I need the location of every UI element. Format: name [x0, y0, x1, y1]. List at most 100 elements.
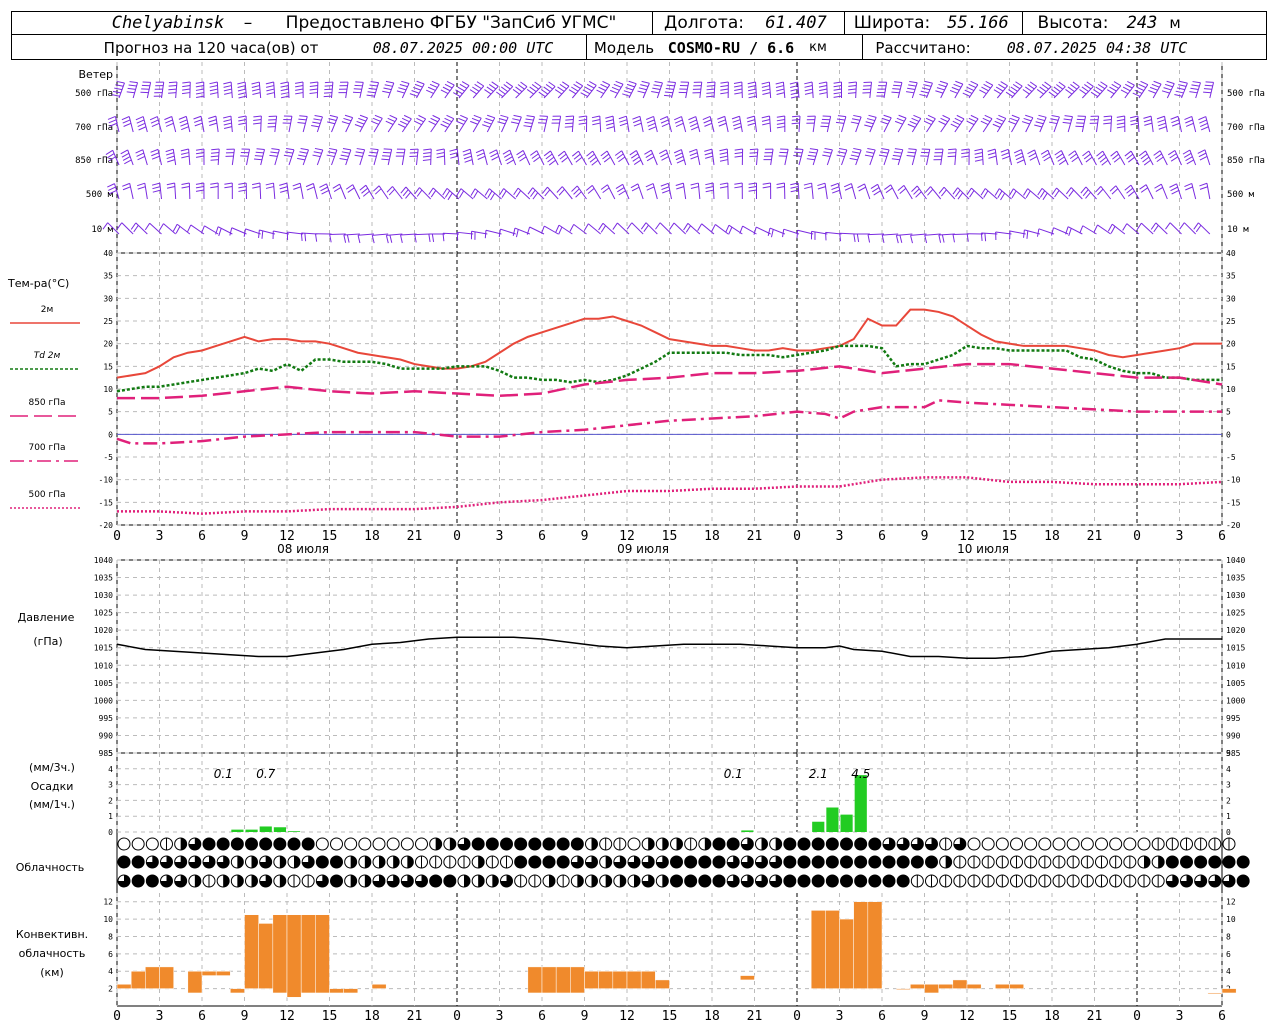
cloud-cover-symbol	[145, 855, 159, 869]
wind-barb-shaft	[443, 148, 446, 166]
cloud-symbol-fill	[713, 875, 725, 887]
wind-barb-feather	[761, 85, 770, 88]
cloud-cover-symbol	[174, 855, 188, 869]
wind-barb-feather	[510, 121, 519, 125]
wind-barb-feather	[473, 114, 482, 119]
cloud-cover-symbol	[1066, 837, 1080, 851]
wind-barb-feather	[121, 152, 130, 158]
wind-barb-feather	[444, 190, 451, 198]
cloud-cover-symbol	[1222, 874, 1236, 888]
wind-barb-feather	[383, 87, 392, 91]
conv-cloud-bar	[839, 918, 854, 989]
wind-barb-shaft	[543, 116, 549, 133]
wind-barb-feather	[180, 152, 189, 155]
wind-barb-feather	[1109, 86, 1117, 92]
wind-barb-feather	[122, 156, 131, 161]
wind-barb	[793, 148, 804, 166]
wind-barb-feather	[505, 156, 513, 162]
cloud-cover-symbol	[259, 855, 273, 869]
wind-barb-feather	[136, 119, 145, 124]
wind-barb-feather	[857, 183, 865, 189]
wind-barb-feather	[195, 152, 205, 155]
wind-barb-feather	[107, 115, 116, 120]
wind-barb-feather	[484, 230, 487, 239]
cloud-cover-symbol	[415, 874, 428, 888]
wind-barb-feather	[1185, 122, 1194, 127]
wind-barb	[947, 148, 957, 166]
wind-barb-feather	[1110, 150, 1118, 157]
conv-cloud-bar	[810, 910, 826, 989]
wind-barb-shaft	[769, 116, 772, 133]
conv-ytick-right: 10	[1226, 915, 1236, 924]
wind-barb	[516, 150, 531, 166]
wind-barb-feather	[881, 117, 890, 122]
wind-barb	[164, 116, 177, 133]
wind-barb-shaft	[288, 149, 295, 166]
wind-barb-feather	[1016, 159, 1025, 164]
wind-barb-feather	[116, 80, 125, 84]
wind-barb-feather	[980, 120, 989, 125]
temp-legend-label: Td 2м	[34, 351, 61, 361]
wind-barb-feather	[423, 148, 432, 151]
wind-barb	[987, 148, 998, 166]
cloud-cover-symbol	[1236, 874, 1250, 888]
wind-barb-feather	[1128, 156, 1135, 163]
wind-barb-shaft	[1206, 183, 1211, 200]
wind-barb-feather	[1009, 117, 1018, 122]
wind-barb-feather	[193, 115, 202, 120]
wind-barb-feather	[1140, 187, 1148, 193]
wind-barb-feather	[265, 186, 274, 189]
cloud-cover-symbol	[1052, 855, 1066, 869]
conv-title-line1: Конвективн.	[16, 928, 88, 941]
wind-barb	[1079, 81, 1094, 99]
wind-barb-feather	[1185, 186, 1193, 191]
wind-barb-feather	[116, 222, 123, 230]
cloud-symbol-fill	[591, 838, 598, 850]
wind-barb-feather	[314, 115, 323, 118]
wind-barb	[1154, 183, 1168, 200]
wind-barb	[498, 188, 516, 200]
wind-barb-feather	[440, 89, 449, 95]
wind-barb-feather	[676, 186, 685, 190]
wind-barb	[440, 114, 455, 133]
cloud-cover-symbol	[330, 837, 343, 851]
temp-title: Тем-ра(°C)	[7, 277, 69, 290]
wind-barb-shaft	[882, 233, 899, 236]
wind-barb-feather	[512, 227, 516, 236]
wind-barb-feather	[530, 150, 538, 156]
wind-barb-feather	[966, 120, 975, 126]
wind-barb-shaft	[606, 150, 616, 166]
wind-barb-feather	[469, 89, 478, 95]
cloud-symbol-fill	[273, 838, 286, 850]
precip-ytick-right: 2	[1226, 796, 1231, 805]
wind-barb-feather	[237, 88, 246, 92]
cloud-cover-symbol	[145, 837, 159, 851]
wind-barb-feather	[833, 95, 842, 98]
wind-barb-feather	[998, 83, 1006, 89]
wind-barb-feather	[697, 223, 703, 231]
wind-barb-feather	[819, 88, 828, 92]
wind-barb-feather	[366, 94, 375, 97]
wind-barb-feather	[961, 148, 970, 151]
wind-barb-feather	[520, 81, 528, 88]
wind-barb-feather	[447, 192, 453, 201]
wind-barb-feather	[127, 87, 136, 90]
conv-cloud-bar	[555, 966, 571, 994]
conv-xtick-label: 15	[662, 1009, 678, 1024]
wind-barb-feather	[346, 234, 350, 243]
conv-xtick-label: 6	[878, 1009, 886, 1024]
wind-barb-feather	[414, 83, 423, 88]
precip-bar	[259, 826, 272, 832]
wind-barb-feather	[664, 91, 673, 94]
conv-cloud-bar	[130, 970, 146, 989]
wind-barb-feather	[416, 80, 425, 85]
wind-barb	[554, 81, 570, 99]
wind-barb-feather	[957, 192, 964, 200]
pressure-title: Давление	[18, 611, 75, 624]
wind-barb-feather	[1058, 81, 1066, 88]
temp-xtick-label: 6	[538, 529, 546, 544]
wind-barb	[470, 188, 488, 200]
wind-barb-shaft	[339, 183, 347, 200]
wind-barb-feather	[734, 88, 743, 92]
wind-barb-feather	[1056, 84, 1064, 90]
